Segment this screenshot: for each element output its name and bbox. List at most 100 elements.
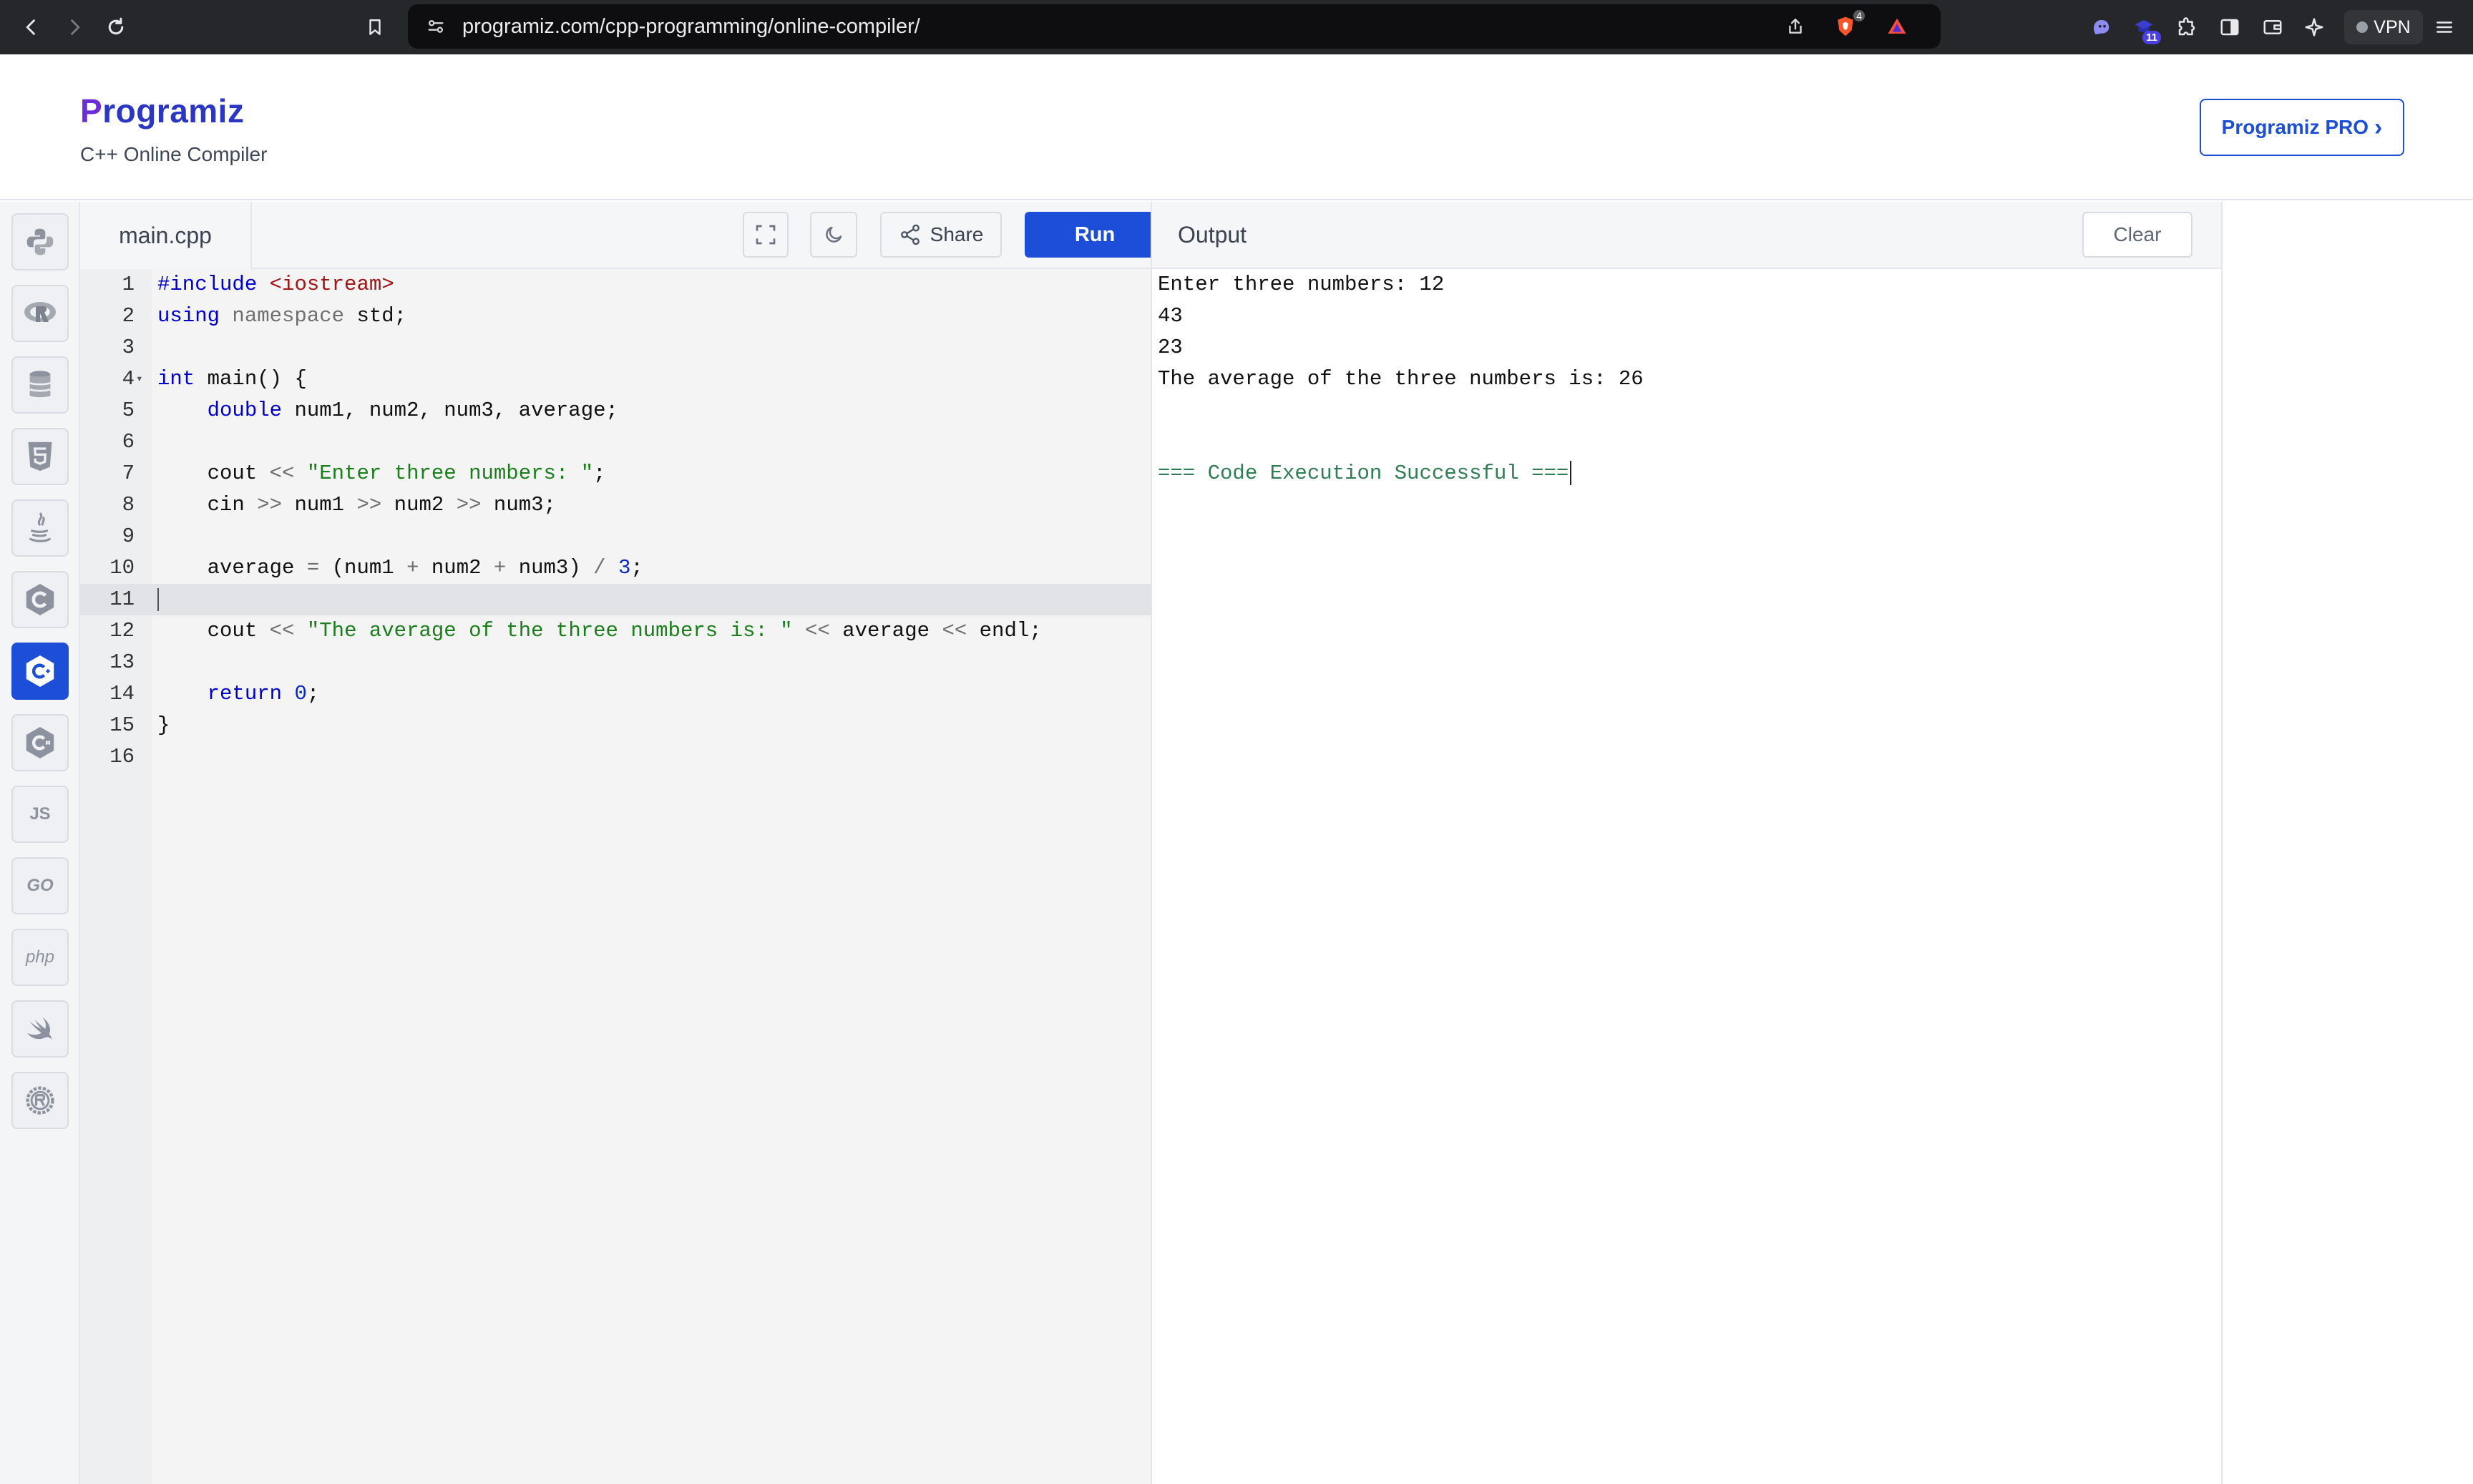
extension-badge: 11 bbox=[2142, 31, 2161, 44]
clear-label: Clear bbox=[2113, 223, 2162, 245]
share-button[interactable]: Share bbox=[880, 212, 1002, 258]
c-language-button[interactable] bbox=[11, 571, 69, 628]
code-line-15[interactable]: 15} bbox=[80, 710, 1151, 741]
code-line-6[interactable]: 6 bbox=[80, 426, 1151, 458]
browser-toolbar: programiz.com/cpp-programming/online-com… bbox=[0, 0, 2473, 54]
line-number: 16 bbox=[109, 745, 135, 768]
code-line-4[interactable]: 4 ▾ int main() { bbox=[80, 363, 1151, 395]
output-console[interactable]: Enter three numbers: 12 43 23 The averag… bbox=[1151, 269, 2223, 1484]
code-line-9[interactable]: 9 bbox=[80, 521, 1151, 552]
right-margin-area bbox=[2223, 202, 2473, 1484]
share-icon bbox=[900, 224, 920, 245]
line-number: 10 bbox=[109, 556, 135, 580]
line-number: 15 bbox=[109, 713, 135, 737]
php-language-button[interactable]: php bbox=[11, 929, 69, 986]
php-icon: php bbox=[25, 947, 55, 967]
java-icon bbox=[29, 512, 51, 542]
brave-shields-icon[interactable]: 4 bbox=[1832, 10, 1865, 40]
rust-language-button[interactable] bbox=[11, 1072, 69, 1129]
sidebar-toggle-icon[interactable] bbox=[2213, 10, 2247, 44]
line-number: 3 bbox=[122, 336, 135, 359]
fullscreen-icon bbox=[756, 225, 776, 245]
line-number: 13 bbox=[109, 650, 135, 674]
html-language-button[interactable] bbox=[11, 428, 69, 485]
code-line-11-active[interactable]: 11 bbox=[80, 584, 1151, 615]
output-line: The average of the three numbers is: 26 bbox=[1158, 367, 1644, 391]
cpp-icon bbox=[26, 655, 54, 687]
address-bar[interactable]: programiz.com/cpp-programming/online-com… bbox=[408, 4, 1941, 49]
moon-icon bbox=[826, 226, 842, 243]
language-sidebar: JS GO php bbox=[0, 202, 80, 1484]
forward-icon[interactable] bbox=[56, 9, 93, 46]
html5-icon bbox=[28, 441, 52, 472]
c-icon bbox=[26, 584, 54, 615]
shields-count: 4 bbox=[1853, 10, 1865, 21]
code-line-2[interactable]: 2 using namespace std; bbox=[80, 301, 1151, 332]
programiz-pro-button[interactable]: Programiz PRO › bbox=[2200, 99, 2404, 156]
code-line-1[interactable]: 1 #include <iostream> bbox=[80, 269, 1151, 301]
execution-status: === Code Execution Successful === bbox=[1158, 458, 1572, 489]
site-settings-icon[interactable] bbox=[422, 13, 449, 40]
output-header: Output Clear bbox=[1151, 202, 2223, 269]
line-number: 7 bbox=[122, 462, 135, 485]
url-text[interactable]: programiz.com/cpp-programming/online-com… bbox=[462, 15, 920, 39]
line-number: 8 bbox=[122, 493, 135, 517]
code-line-14[interactable]: 14 return 0; bbox=[80, 678, 1151, 710]
csharp-language-button[interactable] bbox=[11, 714, 69, 771]
run-button[interactable]: Run bbox=[1025, 212, 1165, 258]
line-number: 2 bbox=[122, 304, 135, 328]
bookmark-icon[interactable] bbox=[356, 9, 394, 46]
r-language-button[interactable] bbox=[11, 285, 69, 342]
line-number: 12 bbox=[109, 619, 135, 643]
cap-extension-icon[interactable]: 11 bbox=[2127, 10, 2161, 44]
file-tab-main-cpp[interactable]: main.cpp bbox=[80, 202, 252, 269]
ghost-extension-icon[interactable] bbox=[2084, 10, 2118, 44]
csharp-icon bbox=[26, 727, 54, 758]
code-line-16[interactable]: 16 bbox=[80, 741, 1151, 773]
output-line: Enter three numbers: 12 bbox=[1158, 273, 1445, 296]
javascript-language-button[interactable]: JS bbox=[11, 786, 69, 843]
vpn-button[interactable]: VPN bbox=[2344, 10, 2423, 44]
puzzle-extensions-icon[interactable] bbox=[2170, 10, 2204, 44]
fullscreen-button[interactable] bbox=[743, 212, 789, 258]
output-line: 23 bbox=[1158, 336, 1183, 359]
leo-ai-icon[interactable] bbox=[2297, 10, 2331, 44]
sql-language-button[interactable] bbox=[11, 356, 69, 414]
share-label: Share bbox=[930, 223, 984, 245]
rust-icon bbox=[26, 1086, 54, 1115]
java-language-button[interactable] bbox=[11, 499, 69, 557]
code-line-8[interactable]: 8 cin >> num1 >> num2 >> num3; bbox=[80, 489, 1151, 521]
clear-button[interactable]: Clear bbox=[2082, 212, 2192, 258]
line-number: 6 bbox=[122, 430, 135, 454]
swift-language-button[interactable] bbox=[11, 1000, 69, 1058]
code-line-12[interactable]: 12 cout << "The average of the three num… bbox=[80, 615, 1151, 647]
code-line-7[interactable]: 7 cout << "Enter three numbers: "; bbox=[80, 458, 1151, 489]
page-subtitle: C++ Online Compiler bbox=[80, 143, 268, 165]
code-line-5[interactable]: 5 double num1, num2, num3, average; bbox=[80, 395, 1151, 426]
code-line-10[interactable]: 10 average = (num1 + num2 + num3) / 3; bbox=[80, 552, 1151, 584]
brave-rewards-icon[interactable] bbox=[1883, 13, 1911, 40]
cpp-language-button[interactable] bbox=[11, 643, 69, 700]
python-language-button[interactable] bbox=[11, 213, 69, 270]
output-cursor bbox=[1570, 461, 1572, 486]
code-text: average = (num1 + num2 + num3) / 3; bbox=[157, 556, 643, 580]
menu-icon[interactable] bbox=[2427, 10, 2462, 44]
logo-text: rogramiz bbox=[102, 92, 245, 130]
fold-arrow-icon[interactable]: ▾ bbox=[136, 363, 143, 395]
back-icon[interactable] bbox=[13, 9, 50, 46]
code-line-3[interactable]: 3 bbox=[80, 332, 1151, 363]
share-page-icon[interactable] bbox=[1782, 13, 1809, 40]
code-line-13[interactable]: 13 bbox=[80, 647, 1151, 678]
reload-icon[interactable] bbox=[97, 9, 135, 46]
run-label: Run bbox=[1074, 223, 1116, 246]
go-language-button[interactable]: GO bbox=[11, 857, 69, 914]
database-icon bbox=[29, 371, 52, 398]
line-number: 9 bbox=[122, 524, 135, 548]
programiz-logo[interactable]: Programiz bbox=[80, 92, 244, 130]
site-header: Programiz C++ Online Compiler Programiz … bbox=[0, 54, 2473, 200]
code-text: cout << "The average of the three number… bbox=[157, 619, 1042, 643]
code-editor[interactable]: 1 #include <iostream> 2 using namespace st… bbox=[80, 269, 1151, 1484]
wallet-icon[interactable] bbox=[2255, 10, 2290, 44]
code-text: } bbox=[157, 713, 170, 737]
dark-mode-button[interactable] bbox=[810, 212, 857, 258]
